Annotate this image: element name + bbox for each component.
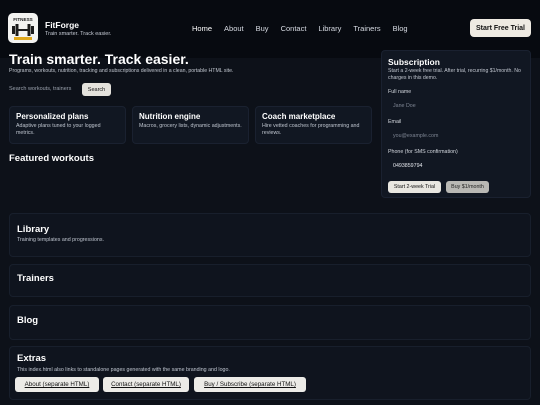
email-field[interactable] xyxy=(388,129,526,142)
feature-card-personalized: Personalized plans Adaptive plans tuned … xyxy=(9,106,126,144)
hero-title: Train smarter. Track easier. xyxy=(9,51,189,67)
email-label: Email xyxy=(388,119,402,125)
trainers-section: Trainers xyxy=(9,264,531,297)
fitforge-logo[interactable]: FITNESS xyxy=(8,13,38,43)
contact-page-link[interactable]: Contact (separate HTML) xyxy=(103,377,189,392)
feature-title: Personalized plans xyxy=(16,112,89,121)
full-name-field[interactable] xyxy=(388,99,526,112)
search-input[interactable] xyxy=(9,82,79,96)
nav-blog[interactable]: Blog xyxy=(387,24,414,33)
svg-text:FITNESS: FITNESS xyxy=(13,17,32,22)
phone-field[interactable] xyxy=(388,159,526,172)
start-free-trial-button[interactable]: Start Free Trial xyxy=(470,19,531,37)
brand-tagline: Train smarter. Track easier. xyxy=(45,31,112,37)
buy-subscribe-page-link[interactable]: Buy / Subscribe (separate HTML) xyxy=(194,377,306,392)
main-nav: Home About Buy Contact Library Trainers … xyxy=(186,24,414,33)
feature-title: Coach marketplace xyxy=(262,112,336,121)
brand-name: FitForge xyxy=(45,20,79,30)
nav-buy[interactable]: Buy xyxy=(250,24,275,33)
buy-monthly-button[interactable]: Buy $1/month xyxy=(446,181,489,193)
feature-card-nutrition: Nutrition engine Macros, grocery lists, … xyxy=(132,106,249,144)
dumbbell-icon: FITNESS xyxy=(12,17,34,40)
library-section: Library Training templates and progressi… xyxy=(9,213,531,257)
extras-title: Extras xyxy=(17,353,47,364)
start-trial-button[interactable]: Start 2-week Trial xyxy=(388,181,441,193)
feature-desc: Adaptive plans tuned to your logged metr… xyxy=(16,123,101,136)
nav-about[interactable]: About xyxy=(218,24,250,33)
featured-workouts-title: Featured workouts xyxy=(9,153,94,164)
phone-label: Phone (for SMS confirmation) xyxy=(388,149,458,155)
subscription-panel: Subscription Start a 2-week free trial. … xyxy=(381,50,531,198)
blog-section: Blog xyxy=(9,305,531,340)
feature-desc: Hire vetted coaches for programming and … xyxy=(262,123,360,136)
feature-title: Nutrition engine xyxy=(139,112,201,121)
search-button[interactable]: Search xyxy=(82,83,111,96)
nav-contact[interactable]: Contact xyxy=(275,24,313,33)
nav-trainers[interactable]: Trainers xyxy=(347,24,386,33)
full-name-label: Full name xyxy=(388,89,412,95)
nav-home[interactable]: Home xyxy=(186,24,218,33)
library-title: Library xyxy=(17,224,50,235)
subscription-title: Subscription xyxy=(388,57,440,67)
nav-library[interactable]: Library xyxy=(312,24,347,33)
blog-title: Blog xyxy=(17,315,39,326)
trainers-title: Trainers xyxy=(17,273,54,284)
feature-desc: Macros, grocery lists, dynamic adjustmen… xyxy=(139,123,242,129)
subscription-desc: Start a 2-week free trial. After trial, … xyxy=(388,68,521,82)
extras-desc: This index.html also links to standalone… xyxy=(17,367,230,373)
about-page-link[interactable]: About (separate HTML) xyxy=(15,377,99,392)
feature-card-coach: Coach marketplace Hire vetted coaches fo… xyxy=(255,106,372,144)
library-desc: Training templates and progressions. xyxy=(17,237,104,243)
hero-subtitle: Programs, workouts, nutrition, tracking … xyxy=(9,68,234,74)
